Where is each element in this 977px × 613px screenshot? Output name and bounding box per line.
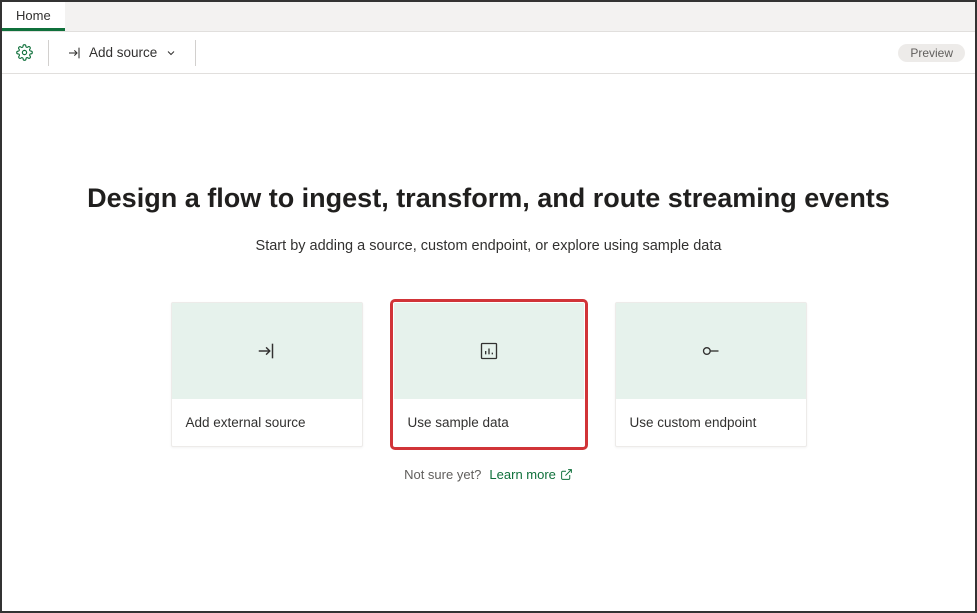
page-subtitle: Start by adding a source, custom endpoin… [256, 238, 722, 254]
card-icon-area [172, 303, 362, 399]
card-use-custom-endpoint[interactable]: Use custom endpoint [615, 302, 807, 447]
gear-icon [16, 44, 33, 61]
card-label: Add external source [172, 399, 362, 446]
tab-home[interactable]: Home [2, 2, 65, 31]
add-source-button[interactable]: Add source [59, 39, 185, 67]
not-sure-text: Not sure yet? [404, 467, 481, 482]
card-row: Add external source Use sample data Use … [171, 302, 807, 447]
card-label: Use sample data [394, 399, 584, 446]
chevron-down-icon [165, 47, 177, 59]
canvas: Design a flow to ingest, transform, and … [2, 74, 975, 611]
settings-button[interactable] [10, 39, 38, 67]
enter-icon [256, 340, 278, 362]
page-title: Design a flow to ingest, transform, and … [87, 183, 890, 214]
card-icon-area [394, 303, 584, 399]
card-add-external-source[interactable]: Add external source [171, 302, 363, 447]
external-link-icon [560, 468, 573, 481]
card-use-sample-data[interactable]: Use sample data [393, 302, 585, 447]
card-icon-area [616, 303, 806, 399]
enter-icon [67, 45, 83, 61]
bar-chart-icon [479, 341, 499, 361]
tab-bar: Home [2, 2, 975, 32]
learn-more-link[interactable]: Learn more [489, 467, 572, 482]
divider [195, 40, 196, 66]
divider [48, 40, 49, 66]
toolbar: Add source Preview [2, 32, 975, 74]
footer-hint: Not sure yet? Learn more [404, 467, 573, 482]
card-label: Use custom endpoint [616, 399, 806, 446]
learn-more-label: Learn more [489, 467, 555, 482]
preview-badge: Preview [898, 44, 965, 62]
add-source-label: Add source [89, 45, 157, 60]
endpoint-icon [701, 341, 721, 361]
